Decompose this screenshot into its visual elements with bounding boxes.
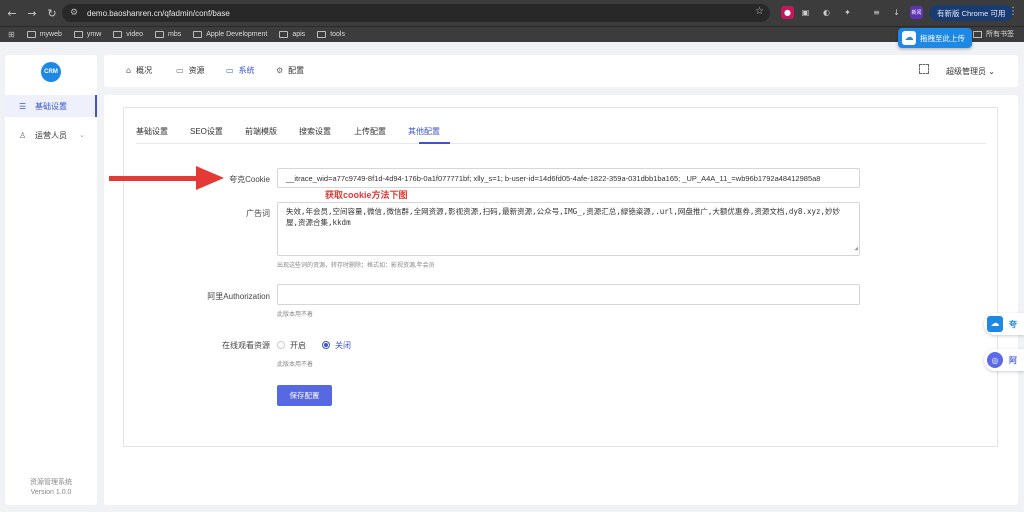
bookmark-folder[interactable]: apis: [279, 31, 305, 38]
tab-other[interactable]: 其他配置: [408, 126, 440, 137]
cookie-input[interactable]: __itrace_wid=a77c9749-8f1d-4d94-176b-0a1…: [277, 168, 860, 188]
ad-words-hint: 出现这些词的资源，转存时删除；格式如：影视资源,年会员: [277, 263, 435, 269]
bookmark-folder[interactable]: ymw: [73, 31, 101, 38]
bookmark-folder[interactable]: mbs: [155, 31, 181, 38]
puzzle-icon[interactable]: ✦: [841, 6, 854, 19]
aliyun-auth-hint: 此版本用不着: [277, 312, 314, 318]
apps-icon[interactable]: ⊞: [8, 30, 15, 39]
floating-aliyun-button[interactable]: ◎ 阿: [984, 349, 1024, 371]
fullscreen-icon[interactable]: [919, 64, 929, 74]
reading-list-icon[interactable]: ≡: [870, 6, 883, 19]
radio-on-label[interactable]: 开启: [290, 340, 306, 351]
folder-icon: [317, 31, 327, 38]
browser-toolbar: ← → ↻ ⚙ demo.baoshanren.cn/qfadmin/conf/…: [0, 0, 1024, 26]
briefcase-icon: ▭: [176, 66, 184, 75]
tab-upload[interactable]: 上传配置: [354, 126, 386, 137]
user-menu[interactable]: 超级管理员 ⌄: [946, 66, 995, 77]
top-header: ⌂ 概况 ▭ 资源 ▭ 系统 ⚙ 配置 超级管理员 ⌄: [104, 55, 1018, 87]
resize-handle-icon[interactable]: ◢: [854, 243, 858, 254]
nav-resources[interactable]: ▭ 资源: [176, 65, 205, 76]
address-bar[interactable]: ⚙ demo.baoshanren.cn/qfadmin/conf/base ☆: [62, 4, 770, 22]
extension-icon[interactable]: ◐: [820, 6, 833, 19]
system-version: Version 1.0.0: [30, 489, 72, 496]
folder-icon: [193, 31, 203, 38]
radio-off-label[interactable]: 关闭: [335, 340, 351, 351]
nav-system[interactable]: ▭ 系统: [226, 65, 255, 76]
chrome-update-button[interactable]: 有新版 Chrome 可用: [929, 5, 1014, 21]
url-text: demo.baoshanren.cn/qfadmin/conf/base: [87, 8, 230, 18]
tab-search[interactable]: 搜索设置: [299, 126, 331, 137]
tab-seo[interactable]: SEO设置: [190, 126, 223, 137]
system-name: 资源管理系统: [30, 479, 72, 486]
bookmark-folder[interactable]: tools: [317, 31, 345, 38]
nav-config[interactable]: ⚙ 配置: [276, 65, 304, 76]
folder-icon: [26, 31, 36, 38]
bookmarks-bar: ⊞ myweb ymw video mbs Apple Development …: [0, 26, 1024, 42]
drag-upload-badge[interactable]: ☁ 拖拽至此上传: [898, 28, 972, 48]
annotation-arrow: [109, 176, 205, 181]
app-logo[interactable]: CRM: [41, 62, 61, 82]
sidebar-item-basic-settings[interactable]: ☰ 基础设置: [5, 95, 97, 117]
cloud-icon: ☁: [902, 31, 916, 45]
sidebar: CRM ☰ 基础设置 ♙ 运营人员 ⌄ 资源管理系统 Version 1.0.0: [5, 55, 97, 505]
back-icon[interactable]: ←: [4, 5, 20, 21]
gear-icon: ⚙: [276, 66, 284, 75]
more-icon[interactable]: ⋮: [1008, 6, 1018, 17]
profile-avatar[interactable]: 新闻: [910, 6, 923, 19]
cloud-icon: ☁: [987, 316, 1003, 332]
aliyun-auth-input[interactable]: [277, 284, 860, 305]
save-config-button[interactable]: 保存配置: [277, 385, 332, 406]
active-tab-indicator: [419, 142, 450, 144]
bookmark-folder[interactable]: video: [113, 31, 143, 38]
extension-icon[interactable]: ▣: [799, 6, 812, 19]
settings-panel: 基础设置 SEO设置 前端模版 搜索设置 上传配置 其他配置: [123, 107, 998, 447]
tab-bar: 基础设置 SEO设置 前端模版 搜索设置 上传配置 其他配置: [136, 126, 986, 144]
ad-words-textarea[interactable]: 失效,年会员,空间容量,微信,微信群,全网资源,影视资源,扫码,最新资源,公众号…: [277, 202, 860, 256]
ad-words-label: 广告词: [246, 209, 270, 218]
folder-icon: [279, 31, 289, 38]
folder-icon: [113, 31, 123, 38]
bookmark-folder[interactable]: myweb: [26, 31, 62, 38]
site-info-icon[interactable]: ⚙: [67, 6, 81, 20]
bookmark-folder[interactable]: Apple Development: [193, 31, 267, 38]
online-watch-label: 在线观看资源: [222, 341, 270, 350]
nav-overview[interactable]: ⌂ 概况: [126, 65, 152, 76]
aliyun-auth-label: 阿里Authorization: [207, 292, 270, 301]
home-icon: ⌂: [126, 66, 132, 75]
user-icon: ♙: [19, 130, 27, 140]
extension-icon[interactable]: ●: [781, 6, 794, 19]
sidebar-item-operators[interactable]: ♙ 运营人员 ⌄: [5, 124, 97, 146]
circle-icon: ◎: [987, 352, 1003, 368]
chevron-down-icon: ⌄: [79, 131, 85, 139]
download-icon[interactable]: ↓: [890, 6, 903, 19]
sliders-icon: ☰: [19, 101, 27, 111]
radio-off[interactable]: [322, 341, 330, 349]
cookie-annotation: 获取cookie方法下图: [325, 190, 408, 200]
forward-icon[interactable]: →: [24, 5, 40, 21]
system-footer: 资源管理系统 Version 1.0.0: [5, 478, 97, 498]
reload-icon[interactable]: ↻: [44, 5, 60, 21]
folder-icon: [73, 31, 83, 38]
annotation-arrow-head: [196, 166, 224, 190]
bookmark-star-icon[interactable]: ☆: [755, 6, 764, 17]
online-watch-hint: 此版本用不着: [277, 362, 314, 368]
all-bookmarks[interactable]: 所有书签: [973, 29, 1014, 39]
monitor-icon: ▭: [226, 66, 234, 75]
tab-frontend-template[interactable]: 前端模版: [245, 126, 277, 137]
floating-quark-button[interactable]: ☁ 夸: [984, 313, 1024, 335]
radio-on[interactable]: [277, 341, 285, 349]
folder-icon: [155, 31, 165, 38]
tab-basic[interactable]: 基础设置: [136, 126, 168, 137]
folder-icon: [973, 30, 982, 38]
